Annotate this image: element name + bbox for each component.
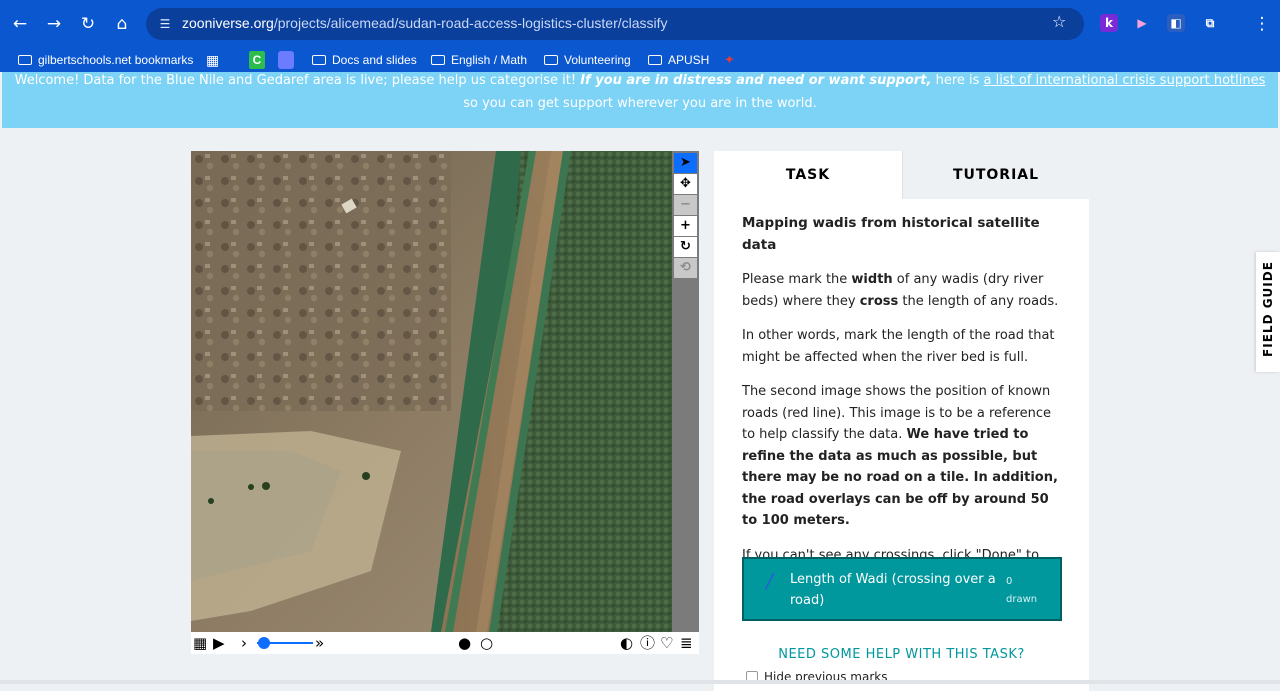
rotate-icon[interactable]: ↻ [674,237,697,257]
announcement-banner: Welcome! Data for the Blue Nile and Geda… [2,72,1278,128]
instruction-1: Please mark the width of any wadis (dry … [742,272,1059,309]
instruction-3: The second image shows the position of k… [742,384,1058,528]
collections-icon[interactable]: ≣ [680,633,693,653]
subject-image-viewer[interactable] [191,151,672,632]
page-bottom-edge [0,680,1280,684]
apps-grid-icon[interactable]: ▦ [206,51,219,69]
bookmark-folder-apush[interactable]: APUSH [648,51,709,69]
viewer-tools: ➤ ✥ − + ↻ ⟲ [672,151,699,632]
address-bar[interactable]: ☰ zooniverse.org/projects/alicemead/suda… [146,8,1084,40]
bookmark-folder-volunteering[interactable]: Volunteering [544,51,631,69]
bookmark-folder-gilbertschools[interactable]: gilbertschools.net bookmarks [18,51,193,69]
zoom-in-icon[interactable]: + [674,216,697,236]
bookmark-folder-docs[interactable]: Docs and slides [312,51,417,69]
extensions-puzzle-icon[interactable]: ⧉ [1201,14,1219,32]
tab-task[interactable]: TASK [714,151,902,199]
favorite-icon[interactable]: ♡ [660,633,673,653]
task-title: Mapping wadis from historical satellite … [742,215,1040,253]
back-icon[interactable]: ← [8,12,32,36]
field-guide-button[interactable]: FIELD GUIDE [1256,252,1280,372]
bookmark-star-icon[interactable]: ☆ [1052,12,1066,31]
fast-forward-icon[interactable]: » [315,633,324,653]
extension-tab-icon[interactable]: ◧ [1167,14,1185,32]
folder-icon [431,55,445,65]
task-panel: TASK TUTORIAL Mapping wadis from histori… [714,151,1089,691]
frame-dot-icon[interactable]: ○ [480,633,493,653]
browser-toolbar: ← → ↻ ⌂ ☰ zooniverse.org/projects/alicem… [0,0,1280,48]
task-instructions: Mapping wadis from historical satellite … [742,213,1066,601]
play-icon[interactable]: ▶ [213,633,225,653]
folder-icon [544,55,558,65]
menu-kebab-icon[interactable]: ⋮ [1250,12,1274,36]
pointer-tool-icon[interactable]: ➤ [674,153,697,173]
line-tool-icon: / [766,569,773,593]
wadi-length-tool-button[interactable]: / Length of Wadi (crossing over a road) … [742,557,1062,621]
invert-icon[interactable]: ◐ [620,633,633,653]
pan-tool-icon[interactable]: ✥ [674,174,697,194]
help-link[interactable]: NEED SOME HELP WITH THIS TASK? [714,647,1089,662]
info-icon[interactable]: ⓘ [640,633,655,653]
folder-icon [312,55,326,65]
bookmark-folder-english-math[interactable]: English / Math [431,51,527,69]
forward-icon[interactable]: → [42,12,66,36]
folder-icon [648,55,662,65]
frame-dot-active-icon[interactable]: ● [458,633,471,653]
tab-tutorial[interactable]: TUTORIAL [902,151,1089,199]
extension-media-icon[interactable]: ▶ [1133,14,1151,32]
bookmark-site-icon[interactable] [278,51,294,69]
reload-icon[interactable]: ↻ [76,12,100,36]
satellite-image [191,151,672,632]
extension-k-icon[interactable]: k [1100,14,1118,32]
zoom-out-icon[interactable]: − [674,195,697,215]
slider-handle[interactable] [258,637,270,649]
site-info-icon[interactable]: ☰ [156,15,174,33]
reset-view-icon[interactable]: ⟲ [674,258,697,278]
bookmark-c-icon[interactable]: C [249,51,265,69]
frames-grid-icon[interactable]: ▦ [193,633,207,653]
bookmark-flag-icon[interactable]: ✦ [724,51,735,69]
step-icon[interactable]: › [241,633,247,653]
instruction-2: In other words, mark the length of the r… [742,328,1055,365]
crisis-hotlines-link[interactable]: a list of international crisis support h… [984,73,1266,88]
url-text[interactable]: zooniverse.org/projects/alicemead/sudan-… [182,15,668,31]
marks-drawn-count: 0 drawn [1006,576,1038,605]
folder-icon [18,55,32,65]
bookmarks-bar: gilbertschools.net bookmarks ▦ C Docs an… [0,48,1280,72]
home-icon[interactable]: ⌂ [110,12,134,36]
